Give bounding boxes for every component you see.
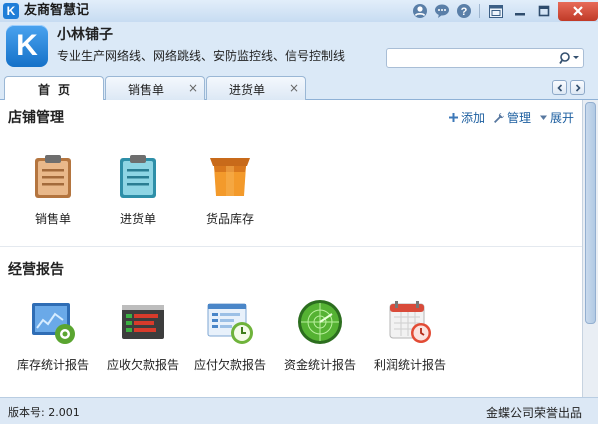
tile-payables-report[interactable]: 应付欠款报告 bbox=[190, 298, 270, 378]
title-bar-controls: ? bbox=[409, 0, 598, 22]
user-icon[interactable] bbox=[409, 1, 431, 21]
tile-receivables-report[interactable]: 应收欠款报告 bbox=[103, 298, 183, 378]
app-window: K 友商智慧记 ? K 小林铺子 专业生产网络线、网络跳线、安防监控线、信号控制… bbox=[0, 0, 598, 424]
store-management-title: 店铺管理 bbox=[8, 110, 64, 126]
copyright-text: 金蝶公司荣誉出品 bbox=[485, 406, 582, 420]
version-text: 版本号: 2.001 bbox=[8, 406, 80, 419]
receivables-report-icon bbox=[122, 305, 164, 339]
tab-scroll-left-button[interactable] bbox=[552, 80, 567, 95]
caret-down-icon bbox=[539, 115, 547, 120]
minimize-icon bbox=[515, 13, 525, 16]
shop-description: 专业生产网络线、网络跳线、安防监控线、信号控制线 bbox=[57, 49, 346, 63]
close-icon bbox=[573, 6, 583, 16]
tab-label: 进货单 bbox=[228, 83, 265, 97]
wrench-icon bbox=[493, 112, 504, 123]
manage-button[interactable]: 管理 bbox=[493, 109, 531, 126]
logo-letter: K bbox=[16, 29, 38, 62]
minimize-button[interactable] bbox=[508, 2, 532, 20]
maximize-icon bbox=[538, 5, 550, 17]
section-divider bbox=[0, 246, 582, 247]
manage-label: 管理 bbox=[506, 111, 531, 125]
search-icon bbox=[559, 52, 579, 64]
tile-label: 资金统计报告 bbox=[283, 358, 356, 372]
help-icon[interactable]: ? bbox=[453, 1, 475, 21]
search-box[interactable] bbox=[386, 48, 584, 68]
close-button[interactable] bbox=[558, 1, 598, 21]
plus-icon bbox=[448, 113, 458, 122]
business-reports-title: 经营报告 bbox=[8, 262, 64, 278]
tile-funds-report[interactable]: 资金统计报告 bbox=[280, 298, 360, 378]
tab-close-icon[interactable]: × bbox=[188, 81, 198, 95]
svg-text:?: ? bbox=[461, 6, 468, 18]
shop-name: 小林铺子 bbox=[57, 27, 113, 43]
content-scrollbar[interactable] bbox=[582, 100, 598, 397]
tab-label: 销售单 bbox=[127, 83, 164, 97]
inventory-icon bbox=[210, 158, 250, 196]
message-icon[interactable] bbox=[431, 1, 453, 21]
profit-report-icon bbox=[389, 301, 431, 343]
expand-label: 展开 bbox=[549, 111, 574, 125]
tab-purchase-order[interactable]: 进货单 × bbox=[206, 76, 306, 100]
tile-profit-report[interactable]: 利润统计报告 bbox=[370, 298, 450, 378]
tab-bar: 首页 销售单 × 进货单 × bbox=[0, 72, 598, 101]
tile-label: 库存统计报告 bbox=[16, 358, 89, 372]
tile-inventory-report[interactable]: 库存统计报告 bbox=[13, 298, 93, 378]
expand-button[interactable]: 展开 bbox=[539, 109, 574, 126]
app-logo: K bbox=[6, 25, 48, 67]
sales-order-icon bbox=[35, 155, 71, 198]
app-header: K 小林铺子 专业生产网络线、网络跳线、安防监控线、信号控制线 bbox=[0, 22, 598, 72]
scrollbar-thumb[interactable] bbox=[585, 102, 596, 324]
chevron-right-icon bbox=[575, 83, 581, 92]
maximize-button[interactable] bbox=[532, 2, 556, 20]
title-bar[interactable]: K 友商智慧记 ? bbox=[0, 0, 598, 22]
search-input[interactable] bbox=[391, 51, 551, 65]
tab-label: 首页 bbox=[37, 83, 78, 97]
payables-report-icon bbox=[207, 303, 253, 344]
tile-label: 进货单 bbox=[119, 212, 156, 226]
tile-purchase-order[interactable]: 进货单 bbox=[98, 152, 178, 232]
search-button[interactable] bbox=[559, 51, 579, 65]
tile-label: 利润统计报告 bbox=[373, 358, 446, 372]
tab-home[interactable]: 首页 bbox=[4, 76, 104, 101]
status-bar: 版本号: 2.001 金蝶公司荣誉出品 bbox=[0, 397, 598, 424]
tile-label: 应收欠款报告 bbox=[106, 358, 179, 372]
home-content: 店铺管理 添加 管理 展开 销售单 进货单 货品库存 经营报告 库存统计报告 应… bbox=[0, 100, 582, 397]
store-management-actions: 添加 管理 展开 bbox=[448, 109, 574, 126]
tab-sales-order[interactable]: 销售单 × bbox=[105, 76, 205, 100]
title-bar-separator bbox=[479, 4, 480, 18]
tile-inventory[interactable]: 货品库存 bbox=[190, 152, 270, 232]
window-title: 友商智慧记 bbox=[24, 3, 90, 18]
add-button[interactable]: 添加 bbox=[448, 109, 485, 126]
purchase-order-icon bbox=[120, 155, 156, 198]
add-label: 添加 bbox=[460, 111, 485, 125]
tab-scroll-right-button[interactable] bbox=[570, 80, 585, 95]
tile-label: 应付欠款报告 bbox=[193, 358, 266, 372]
funds-report-icon bbox=[298, 300, 342, 344]
skin-icon bbox=[489, 4, 503, 18]
app-logo-icon: K bbox=[3, 3, 19, 19]
skin-button[interactable] bbox=[484, 2, 508, 20]
chevron-left-icon bbox=[556, 83, 562, 92]
inventory-report-icon bbox=[32, 303, 75, 344]
tile-label: 货品库存 bbox=[205, 212, 254, 226]
tab-close-icon[interactable]: × bbox=[289, 81, 299, 95]
tile-sales-order[interactable]: 销售单 bbox=[13, 152, 93, 232]
